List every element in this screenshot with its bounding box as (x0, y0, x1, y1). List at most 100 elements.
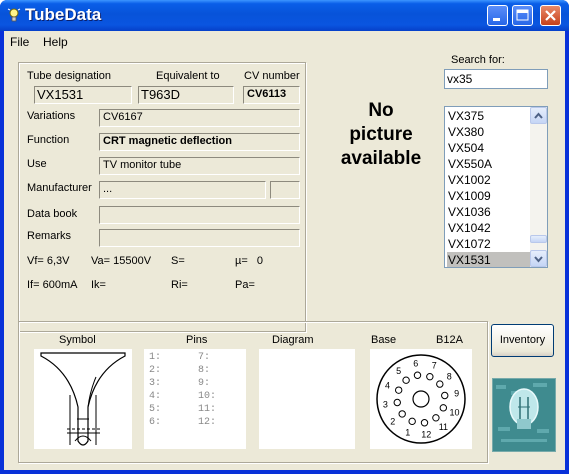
base-pin-number: 10 (449, 407, 459, 417)
tube-logo-icon (493, 379, 555, 451)
use-field[interactable]: TV monitor tube (99, 157, 300, 175)
manufacturer-field[interactable]: ... (99, 181, 266, 199)
chevron-up-icon (534, 112, 543, 119)
results-list-item[interactable]: VX1072 (447, 236, 530, 252)
scroll-down-button[interactable] (530, 250, 547, 267)
remarks-field[interactable] (99, 229, 300, 247)
symbol-label: Symbol (59, 334, 96, 346)
base-pin-number: 1 (405, 427, 410, 437)
pin-label: 3: (149, 378, 162, 389)
results-list-item[interactable]: VX504 (447, 140, 530, 156)
remarks-label: Remarks (27, 230, 72, 242)
results-list[interactable]: VX375 VX380 VX504 VX550A VX1002 VX1009 VX1036 V… (444, 106, 548, 268)
results-list-item[interactable]: VX380 (447, 124, 530, 140)
base-pin-number: 5 (396, 366, 401, 376)
param-s: S= (171, 255, 185, 267)
databook-label: Data book (27, 208, 78, 220)
client-area: File Help Tube designation Equivalent to… (4, 31, 565, 470)
no-picture-line3: available (340, 148, 422, 169)
minimize-button[interactable] (487, 5, 508, 26)
tube-logo[interactable] (492, 378, 556, 452)
param-mu: µ= 0 (235, 255, 264, 267)
no-picture-text: No picture available (301, 99, 461, 171)
maximize-icon (516, 9, 529, 21)
results-list-item[interactable]: VX1002 (447, 172, 530, 188)
param-ik: Ik= (91, 279, 106, 291)
main-window: TubeData File Help Tube designation Equi… (0, 0, 569, 474)
base-pin-number: 6 (413, 358, 418, 368)
use-label: Use (27, 158, 47, 170)
crt-tube-symbol (40, 352, 126, 446)
results-list-item[interactable]: VX375 (447, 108, 530, 124)
menu-bar: File Help (4, 31, 565, 52)
base-pin-number: 12 (421, 430, 431, 440)
designation-field[interactable]: VX1531 (34, 86, 132, 104)
search-input[interactable] (444, 69, 548, 89)
minimize-icon (493, 18, 500, 21)
pin-label: 1: (149, 352, 162, 363)
results-list-item[interactable]: VX1036 (447, 204, 530, 220)
pin-label: 6: (149, 417, 162, 428)
param-va: Va= 15500V (91, 255, 152, 267)
databook-field[interactable] (99, 206, 300, 224)
results-list-item[interactable]: VX1042 (447, 220, 530, 236)
light-bulb-icon (7, 8, 21, 22)
base-pin-number: 4 (385, 381, 390, 391)
manufacturer-label: Manufacturer (27, 182, 92, 194)
window-title: TubeData (25, 5, 102, 24)
pin-label: 5: (149, 404, 162, 415)
diagram-label: Diagram (272, 334, 314, 346)
close-button[interactable] (540, 5, 561, 26)
param-pa: Pa= (235, 279, 255, 291)
diagram-panel (259, 349, 355, 449)
designation-label: Tube designation (27, 70, 111, 82)
menu-help[interactable]: Help (43, 35, 68, 49)
pin-label: 8: (198, 365, 211, 376)
param-if: If= 600mA (27, 279, 78, 291)
base-pin-number: 7 (432, 361, 437, 371)
results-list-item[interactable]: VX550A (447, 156, 530, 172)
base-pinout-diagram: 123456 789101112 (376, 354, 466, 444)
pin-label: 9: (198, 378, 211, 389)
no-picture-line2: picture (349, 124, 413, 145)
results-list-item[interactable]: VX1531 (447, 252, 530, 267)
param-vf: Vf= 6,3V (27, 255, 70, 267)
menu-file[interactable]: File (10, 35, 29, 49)
param-ri: Ri= (171, 279, 188, 291)
inventory-button[interactable]: Inventory (491, 324, 554, 357)
base-panel: 1 2 3 4 5 6 7 8 9 10 11 12 (370, 349, 472, 449)
scroll-up-button[interactable] (530, 107, 547, 124)
base-pin-number: 3 (383, 399, 388, 409)
function-field[interactable]: CRT magnetic deflection (99, 133, 300, 151)
search-label: Search for: (451, 54, 505, 66)
variations-field[interactable]: CV6167 (99, 109, 300, 127)
variations-label: Variations (27, 110, 76, 122)
pin-label: 2: (149, 365, 162, 376)
base-label: Base (371, 334, 397, 346)
cv-field[interactable]: CV6113 (243, 86, 300, 104)
pin-label: 12: (198, 417, 217, 428)
base-pin-number: 8 (447, 372, 452, 382)
pin-label: 4: (149, 391, 162, 402)
chevron-down-icon (534, 256, 543, 263)
function-label: Function (27, 134, 70, 146)
scroll-thumb[interactable] (530, 235, 547, 243)
cv-label: CV number (244, 70, 300, 82)
pin-label: 11: (198, 404, 217, 415)
symbol-panel (34, 349, 132, 449)
equivalent-label: Equivalent to (156, 70, 220, 82)
title-bar[interactable]: TubeData (0, 0, 569, 31)
pin-label: 10: (198, 391, 217, 402)
manufacturer-extra-field[interactable] (270, 181, 300, 199)
base-pin-number: 2 (390, 416, 395, 426)
results-list-item[interactable]: VX1009 (447, 188, 530, 204)
equivalent-field[interactable]: T963D (138, 86, 234, 104)
base-pin-number: 9 (454, 389, 459, 399)
base-type-label: B12A (436, 334, 463, 346)
pins-label: Pins (186, 334, 208, 346)
pins-panel: 1: 2: 3: 4: 5: 6: 7: 8: 9: 10: 11: 12: (144, 349, 246, 449)
maximize-button[interactable] (512, 5, 533, 26)
no-picture-line1: No (368, 100, 394, 121)
base-pin-number: 11 (439, 422, 448, 432)
results-scrollbar[interactable] (530, 107, 547, 267)
